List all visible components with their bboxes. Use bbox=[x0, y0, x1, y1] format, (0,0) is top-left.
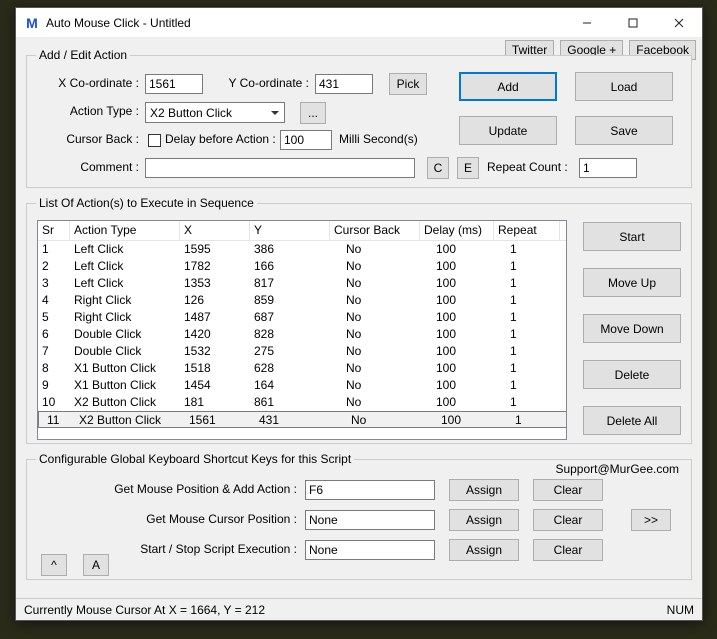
e-button[interactable]: E bbox=[457, 157, 479, 179]
support-link[interactable]: Support@MurGee.com bbox=[555, 462, 679, 476]
col-y[interactable]: Y bbox=[250, 221, 330, 240]
sc-row2-label: Get Mouse Cursor Position : bbox=[67, 512, 297, 526]
col-delay[interactable]: Delay (ms) bbox=[420, 221, 494, 240]
action-type-label: Action Type : bbox=[39, 104, 139, 118]
add-button[interactable]: Add bbox=[459, 72, 557, 101]
milli-label: Milli Second(s) bbox=[339, 132, 429, 146]
sc-row3-assign[interactable]: Assign bbox=[449, 539, 519, 561]
action-type-more-button[interactable]: ... bbox=[300, 102, 326, 124]
col-sr[interactable]: Sr bbox=[38, 221, 70, 240]
deleteall-button[interactable]: Delete All bbox=[583, 406, 681, 435]
sc-row3-input[interactable] bbox=[305, 540, 435, 560]
sc-more-button[interactable]: >> bbox=[631, 509, 671, 531]
shortcuts-group: Configurable Global Keyboard Shortcut Ke… bbox=[26, 452, 692, 580]
col-type[interactable]: Action Type bbox=[70, 221, 180, 240]
shortcuts-legend: Configurable Global Keyboard Shortcut Ke… bbox=[36, 452, 354, 466]
sc-row2-clear[interactable]: Clear bbox=[533, 509, 603, 531]
sc-row1-clear[interactable]: Clear bbox=[533, 479, 603, 501]
status-right: NUM bbox=[667, 603, 694, 617]
maximize-button[interactable] bbox=[610, 8, 656, 38]
repeat-count-label: Repeat Count : bbox=[487, 160, 579, 174]
comment-input[interactable] bbox=[145, 158, 415, 178]
cursor-back-checkbox[interactable] bbox=[148, 134, 161, 147]
table-row[interactable]: 7Double Click1532275No1001 bbox=[38, 343, 566, 360]
action-type-value: X2 Button Click bbox=[150, 106, 232, 120]
delay-before-input[interactable] bbox=[280, 130, 332, 150]
status-left: Currently Mouse Cursor At X = 1664, Y = … bbox=[24, 603, 265, 617]
x-coord-input[interactable] bbox=[145, 74, 203, 94]
client-area: Twitter Google + Facebook Add / Edit Act… bbox=[16, 38, 702, 598]
save-button[interactable]: Save bbox=[575, 116, 673, 145]
list-group: List Of Action(s) to Execute in Sequence… bbox=[26, 196, 692, 444]
table-row[interactable]: 8X1 Button Click1518628No1001 bbox=[38, 360, 566, 377]
table-row[interactable]: 1Left Click1595386No1001 bbox=[38, 241, 566, 258]
col-repeat[interactable]: Repeat bbox=[494, 221, 560, 240]
table-row[interactable]: 3Left Click1353817No1001 bbox=[38, 275, 566, 292]
statusbar: Currently Mouse Cursor At X = 1664, Y = … bbox=[16, 598, 702, 620]
table-row[interactable]: 10X2 Button Click181861No1001 bbox=[38, 394, 566, 411]
list-legend: List Of Action(s) to Execute in Sequence bbox=[36, 196, 257, 210]
movedown-button[interactable]: Move Down bbox=[583, 314, 681, 343]
sc-row2-assign[interactable]: Assign bbox=[449, 509, 519, 531]
sc-row1-assign[interactable]: Assign bbox=[449, 479, 519, 501]
comment-label: Comment : bbox=[39, 160, 139, 174]
table-row[interactable]: 4Right Click126859No1001 bbox=[38, 292, 566, 309]
titlebar[interactable]: M Auto Mouse Click - Untitled bbox=[16, 8, 702, 38]
col-x[interactable]: X bbox=[180, 221, 250, 240]
action-type-select[interactable]: X2 Button Click bbox=[145, 102, 285, 123]
actions-listview[interactable]: SrAction TypeXYCursor BackDelay (ms)Repe… bbox=[37, 220, 567, 440]
sc-row1-label: Get Mouse Position & Add Action : bbox=[67, 482, 297, 496]
add-edit-legend: Add / Edit Action bbox=[36, 48, 130, 62]
repeat-count-input[interactable] bbox=[579, 158, 637, 178]
y-coord-label: Y Co-ordinate : bbox=[209, 76, 309, 90]
x-coord-label: X Co-ordinate : bbox=[39, 76, 139, 90]
table-row[interactable]: 6Double Click1420828No1001 bbox=[38, 326, 566, 343]
minimize-button[interactable] bbox=[564, 8, 610, 38]
cursor-back-label: Cursor Back : bbox=[39, 132, 139, 146]
col-cursor[interactable]: Cursor Back bbox=[330, 221, 420, 240]
caret-button[interactable]: ^ bbox=[41, 554, 67, 576]
sc-row3-clear[interactable]: Clear bbox=[533, 539, 603, 561]
y-coord-input[interactable] bbox=[315, 74, 373, 94]
app-window: M Auto Mouse Click - Untitled Twitter Go… bbox=[15, 7, 703, 621]
delete-button[interactable]: Delete bbox=[583, 360, 681, 389]
start-button[interactable]: Start bbox=[583, 222, 681, 251]
table-row[interactable]: 11X2 Button Click1561431No1001 bbox=[38, 411, 567, 428]
delay-before-label: Delay before Action : bbox=[165, 132, 285, 146]
load-button[interactable]: Load bbox=[575, 72, 673, 101]
c-button[interactable]: C bbox=[427, 157, 449, 179]
table-row[interactable]: 2Left Click1782166No1001 bbox=[38, 258, 566, 275]
pick-button[interactable]: Pick bbox=[389, 73, 427, 95]
sc-row1-input[interactable] bbox=[305, 480, 435, 500]
app-logo-icon: M bbox=[24, 15, 40, 31]
a-button[interactable]: A bbox=[83, 554, 109, 576]
update-button[interactable]: Update bbox=[459, 116, 557, 145]
add-edit-group: Add / Edit Action X Co-ordinate : Y Co-o… bbox=[26, 48, 692, 188]
table-row[interactable]: 5Right Click1487687No1001 bbox=[38, 309, 566, 326]
moveup-button[interactable]: Move Up bbox=[583, 268, 681, 297]
sc-row2-input[interactable] bbox=[305, 510, 435, 530]
close-button[interactable] bbox=[656, 8, 702, 38]
table-row[interactable]: 9X1 Button Click1454164No1001 bbox=[38, 377, 566, 394]
window-title: Auto Mouse Click - Untitled bbox=[46, 16, 564, 30]
